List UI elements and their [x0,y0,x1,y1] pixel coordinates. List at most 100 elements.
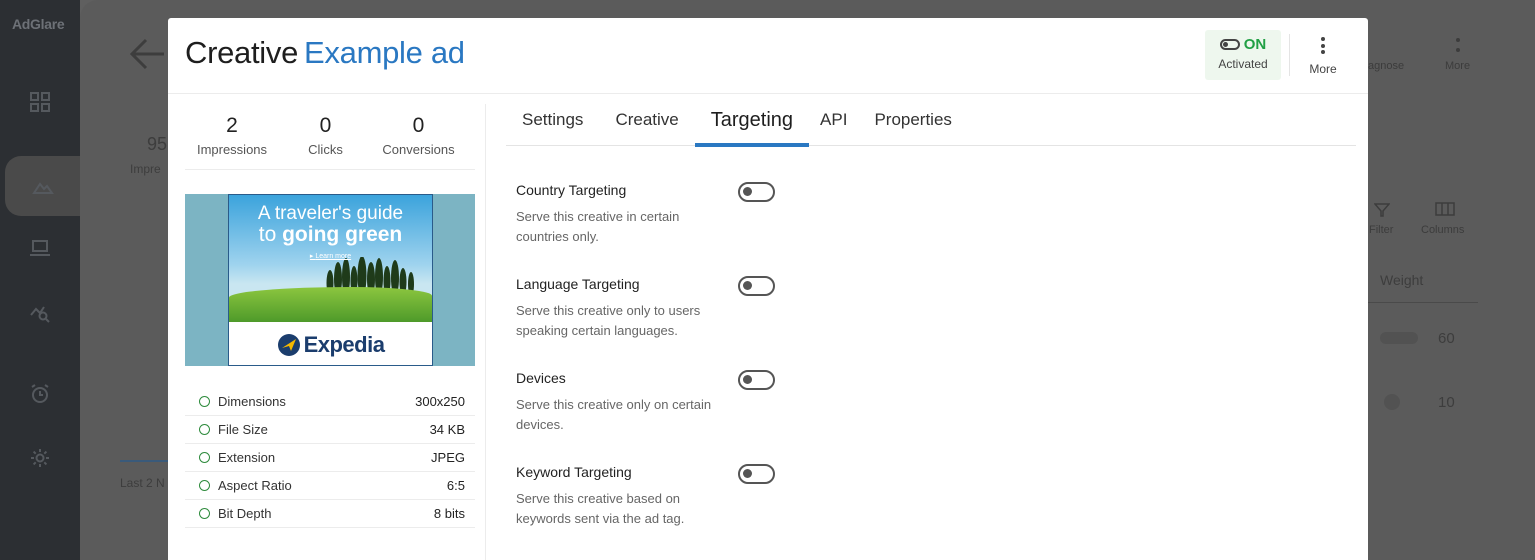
bg-footer-text: Last 2 N [120,476,165,490]
bg-chart-line [120,460,168,462]
bg-table-value: 60 [1438,330,1455,347]
bg-diagnose-button[interactable]: agnose [1368,60,1404,72]
sidebar-item-dashboard[interactable] [0,72,80,132]
circle-icon [199,508,210,519]
targeting-devices: Devices Serve this creative only on cert… [516,370,816,450]
bg-columns-button[interactable]: Columns [1421,224,1464,236]
ad-image: A traveler's guide to going green ▸ Lear… [228,194,433,366]
gear-icon [31,449,49,467]
activation-toggle-button[interactable]: ON Activated [1205,30,1281,80]
creative-modal: Creative Example ad ON Activated More 2 I… [168,18,1368,560]
circle-icon [199,480,210,491]
tab-api[interactable]: API [809,94,858,146]
ad-headline-line1: A traveler's guide [257,203,404,224]
property-label: Aspect Ratio [218,478,292,493]
tab-bar: Settings Creative Targeting API Properti… [506,94,1356,147]
stat-value: 0 [412,114,425,137]
title-prefix: Creative [185,35,299,70]
creative-name: Example ad [304,35,465,70]
tab-properties[interactable]: Properties [858,94,967,146]
property-row-dimensions: Dimensions 300x250 [185,388,475,416]
app-logo: AdGlare [12,16,65,32]
bg-stat-label: Impre [130,162,161,176]
ad-learn-more: ▸ Learn more [309,253,352,260]
bg-more-button[interactable]: More [1445,60,1470,72]
creative-preview: A traveler's guide to going green ▸ Lear… [185,194,475,366]
header-divider [1289,34,1290,76]
toggle-icon [1219,39,1240,50]
sidebar-item-alerts[interactable] [0,364,80,424]
app-sidebar: AdGlare [0,0,80,560]
property-value: 6:5 [446,478,465,493]
property-value: JPEG [431,450,465,465]
sidebar-item-analytics[interactable] [0,282,80,342]
tab-creative[interactable]: Creative [599,94,694,146]
property-label: Dimensions [218,394,286,409]
property-label: Extension [218,450,276,465]
columns-icon [1435,202,1455,216]
bg-slider-knob[interactable] [1384,394,1400,410]
creative-properties-list: Dimensions 300x250 File Size 34 KB Exten… [185,388,475,528]
page-title: Creative Example ad [185,35,465,71]
stat-impressions: 2 Impressions [185,94,279,169]
panel-divider [485,104,486,560]
bg-filter-button[interactable]: Filter [1369,224,1393,236]
circle-icon [199,424,210,435]
property-row-extension: Extension JPEG [185,444,475,472]
bg-slider[interactable] [1380,332,1418,344]
bg-more-dots-icon [1456,38,1460,52]
expedia-globe-icon [277,333,300,356]
status-label: Activated [1218,57,1268,71]
sidebar-item-campaigns[interactable] [5,156,80,216]
keyword-targeting-toggle[interactable] [738,464,775,484]
bg-table-divider [1368,302,1478,303]
property-row-aspect-ratio: Aspect Ratio 6:5 [185,472,475,500]
sidebar-item-settings[interactable] [0,428,80,488]
targeting-description: Serve this creative only to users speaki… [516,303,701,338]
creative-summary-panel: 2 Impressions 0 Clicks 0 Conversions A t… [185,94,475,528]
language-targeting-toggle[interactable] [738,276,775,296]
tab-targeting[interactable]: Targeting [694,94,810,147]
targeting-description: Serve this creative in certain countries… [516,209,680,244]
more-label: More [1309,62,1337,76]
stat-conversions: 0 Conversions [372,94,465,169]
property-value: 34 KB [429,422,465,437]
stat-value: 0 [319,114,332,137]
stat-value: 2 [226,114,238,137]
stat-label: Clicks [308,142,343,157]
country-targeting-toggle[interactable] [738,182,775,202]
analytics-search-icon [30,306,50,323]
more-button[interactable]: More [1301,34,1345,76]
property-label: File Size [218,422,268,437]
ad-brand-name: Expedia [303,331,385,357]
back-arrow-icon[interactable] [126,34,166,74]
property-label: Bit Depth [218,506,272,521]
devices-targeting-toggle[interactable] [738,370,775,390]
grid-icon [30,92,50,112]
laptop-icon [30,240,50,256]
sidebar-item-zones[interactable] [0,218,80,278]
targeting-description: Serve this creative only on certain devi… [516,397,712,432]
bg-stat-value: 95 [147,134,168,154]
property-value: 300x250 [415,394,465,409]
ad-grass [229,287,432,322]
property-row-bit-depth: Bit Depth 8 bits [185,500,475,528]
alarm-icon [31,384,49,403]
stat-clicks: 0 Clicks [279,94,372,169]
more-vertical-icon [1301,37,1345,55]
circle-icon [199,452,210,463]
filter-icon [1374,203,1390,217]
targeting-keyword: Keyword Targeting Serve this creative ba… [516,464,816,544]
ad-headline-line2: to going green [258,223,403,246]
stat-label: Impressions [196,142,268,157]
tab-settings[interactable]: Settings [506,94,599,146]
property-value: 8 bits [433,506,465,521]
circle-icon [199,396,210,407]
targeting-country: Country Targeting Serve this creative in… [516,182,816,262]
status-state: ON [1243,36,1267,53]
modal-header: Creative Example ad ON Activated More [168,18,1368,94]
bg-table-value: 10 [1438,394,1455,411]
targeting-language: Language Targeting Serve this creative o… [516,276,816,356]
ad-brand-footer: Expedia [229,322,432,365]
mountain-icon [31,182,54,194]
